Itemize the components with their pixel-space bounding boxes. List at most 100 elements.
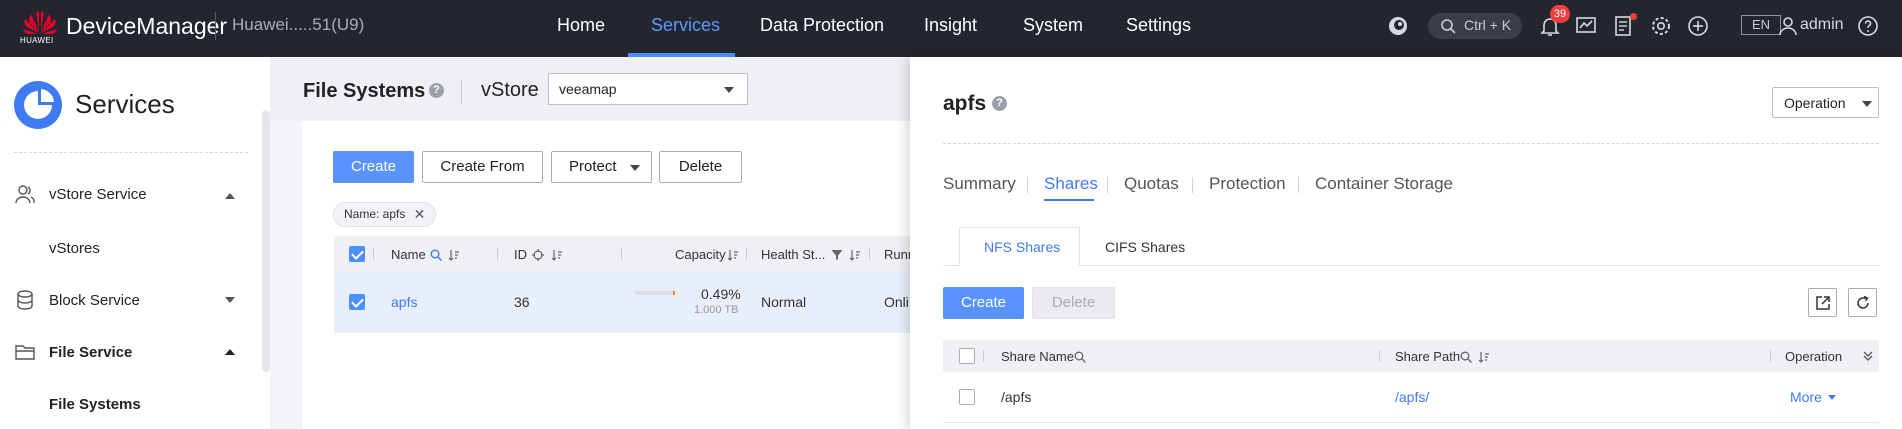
help-icon[interactable]: ? — [429, 83, 444, 98]
detail-title: apfs — [943, 92, 987, 115]
select-all-shares-checkbox[interactable] — [959, 348, 975, 364]
caret-down-icon — [1828, 395, 1836, 400]
caret-down-icon — [724, 87, 734, 93]
row-checkbox[interactable] — [959, 389, 975, 405]
folder-icon — [15, 345, 35, 360]
export-button[interactable] — [1808, 288, 1837, 317]
task-notification-dot — [1630, 13, 1637, 20]
export-icon — [1816, 296, 1830, 310]
refresh-button[interactable] — [1848, 288, 1877, 317]
sidebar-item-vstore-service[interactable]: vStore Service — [49, 186, 147, 203]
search-icon[interactable] — [430, 249, 442, 261]
close-icon[interactable]: ✕ — [414, 203, 426, 226]
sort-icon[interactable] — [727, 249, 739, 261]
users-icon — [15, 185, 35, 204]
tab-quotas[interactable]: Quotas — [1124, 174, 1179, 194]
column-capacity[interactable]: Capacity — [675, 247, 726, 262]
tab-container-storage[interactable]: Container Storage — [1315, 174, 1453, 194]
more-actions-label: More — [1790, 389, 1822, 405]
caret-down-icon — [630, 165, 640, 171]
capacity-usage-fill — [673, 291, 675, 295]
column-divider — [497, 248, 498, 260]
username[interactable]: admin — [1800, 16, 1844, 34]
more-actions-link[interactable]: More — [1790, 389, 1836, 405]
alarm-count-badge: 39 — [1550, 5, 1570, 23]
create-from-button[interactable]: Create From — [422, 151, 543, 183]
user-icon[interactable] — [1776, 14, 1800, 38]
device-name[interactable]: Huawei.....51(U9) — [232, 15, 364, 35]
share-path-link[interactable]: /apfs/ — [1395, 389, 1429, 405]
subtabs-baseline — [943, 265, 1879, 266]
sort-icon[interactable] — [448, 249, 460, 261]
plus-circle-icon[interactable] — [1686, 14, 1710, 38]
nav-system[interactable]: System — [1023, 0, 1083, 57]
file-system-name-link[interactable]: apfs — [391, 294, 417, 310]
row-checkbox[interactable] — [349, 294, 365, 310]
sort-icon[interactable] — [551, 249, 563, 261]
subtab-nfs-shares[interactable]: NFS Shares — [984, 239, 1060, 255]
sidebar-scrollbar[interactable] — [262, 110, 270, 372]
help-icon[interactable]: ? — [992, 96, 1007, 111]
tab-divider — [1107, 177, 1108, 193]
refresh-icon — [1857, 295, 1869, 309]
nav-services[interactable]: Services — [651, 0, 720, 57]
tab-shares[interactable]: Shares — [1044, 174, 1098, 194]
column-name[interactable]: Name — [391, 247, 426, 262]
language-switch[interactable]: EN — [1741, 15, 1781, 35]
sidebar-item-block-service[interactable]: Block Service — [49, 292, 140, 309]
chevron-up-icon[interactable] — [224, 192, 236, 200]
assistant-icon[interactable] — [1386, 14, 1410, 38]
share-name: /apfs — [1001, 389, 1032, 405]
health-status: Normal — [761, 294, 807, 310]
services-logo-icon — [14, 81, 62, 129]
vstore-label: vStore — [481, 79, 539, 101]
tab-divider — [1027, 177, 1028, 193]
table-row[interactable] — [334, 272, 910, 333]
search-icon — [1441, 19, 1456, 34]
filter-icon[interactable] — [831, 249, 843, 261]
create-share-button[interactable]: Create — [943, 287, 1024, 319]
delete-share-button[interactable]: Delete — [1032, 287, 1115, 319]
column-divider — [983, 350, 984, 362]
delete-button[interactable]: Delete — [659, 151, 742, 183]
services-sidebar: Services vStore Service vStores Block Se… — [0, 57, 270, 429]
column-id[interactable]: ID — [514, 247, 527, 262]
nav-settings[interactable]: Settings — [1126, 0, 1191, 57]
operation-select[interactable]: Operation — [1772, 87, 1879, 118]
tab-protection[interactable]: Protection — [1209, 174, 1286, 194]
search-icon[interactable] — [1074, 351, 1086, 363]
chevron-down-icon[interactable] — [224, 296, 236, 304]
nav-home[interactable]: Home — [557, 0, 605, 57]
sort-icon[interactable] — [849, 249, 861, 261]
filter-tag: Name: apfs ✕ — [333, 202, 437, 227]
nav-insight[interactable]: Insight — [924, 0, 977, 57]
column-divider — [621, 248, 622, 260]
tab-divider — [1298, 177, 1299, 193]
search-icon[interactable] — [1460, 351, 1472, 363]
select-all-checkbox[interactable] — [349, 246, 365, 262]
sort-icon[interactable] — [1478, 351, 1490, 363]
nav-data-protection[interactable]: Data Protection — [760, 0, 884, 57]
column-divider — [869, 248, 870, 260]
global-search[interactable]: Ctrl + K — [1428, 13, 1522, 39]
help-icon[interactable] — [1856, 14, 1880, 38]
tab-summary[interactable]: Summary — [943, 174, 1016, 194]
logo-wordmark: HUAWEI — [20, 36, 54, 45]
create-button[interactable]: Create — [333, 151, 414, 183]
monitor-chart-icon[interactable] — [1574, 14, 1598, 38]
column-share-name[interactable]: Share Name — [1001, 349, 1074, 364]
sidebar-item-file-systems[interactable]: File Systems — [49, 396, 141, 413]
vstore-select[interactable]: veeamap — [548, 73, 748, 105]
sidebar-item-file-service[interactable]: File Service — [49, 344, 132, 361]
chevron-up-icon[interactable] — [224, 348, 236, 356]
page-title: File Systems — [303, 80, 426, 102]
gear-icon[interactable] — [1649, 14, 1673, 38]
column-divider — [1770, 350, 1771, 362]
subtab-cifs-shares[interactable]: CIFS Shares — [1105, 239, 1185, 255]
sidebar-item-vstores[interactable]: vStores — [49, 240, 100, 257]
column-share-path[interactable]: Share Path — [1395, 349, 1460, 364]
double-chevron-down-icon[interactable] — [1862, 350, 1874, 362]
protect-button[interactable]: Protect — [551, 151, 652, 183]
column-health-status[interactable]: Health St... — [761, 247, 825, 262]
crosshair-search-icon[interactable] — [532, 249, 544, 261]
